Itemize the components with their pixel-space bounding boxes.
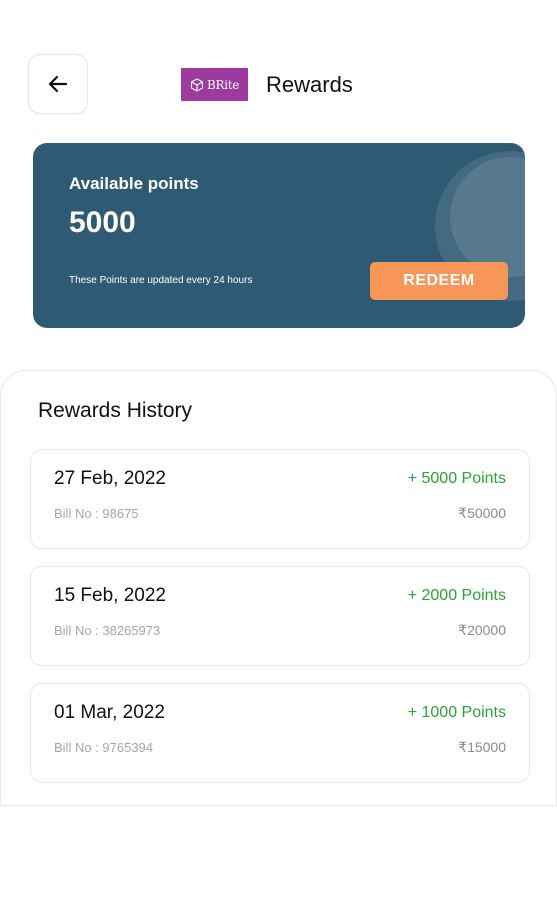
history-item-date: 27 Feb, 2022 <box>54 468 166 489</box>
rewards-history-title: Rewards History <box>38 399 193 422</box>
history-item-bill-number: Bill No : 98675 <box>54 506 139 521</box>
history-item-amount: ₹15000 <box>458 739 506 755</box>
history-item-amount: ₹20000 <box>458 622 506 638</box>
available-points-value: 5000 <box>69 206 136 239</box>
logo-text: BRite <box>206 77 240 92</box>
history-item[interactable]: 15 Feb, 2022 + 2000 Points Bill No : 382… <box>30 566 530 666</box>
history-item-date: 15 Feb, 2022 <box>54 585 166 606</box>
history-item-points: + 1000 Points <box>407 704 506 721</box>
history-item-bill-number: Bill No : 38265973 <box>54 623 161 638</box>
arrow-left-icon <box>48 75 68 93</box>
rewards-screen: BRite Rewards Available points 5000 Thes… <box>0 0 557 900</box>
brand-logo: BRite <box>181 68 248 101</box>
cube-icon <box>190 77 203 92</box>
back-button[interactable] <box>28 54 88 114</box>
history-item-bill-number: Bill No : 9765394 <box>54 740 154 755</box>
history-item-date: 01 Mar, 2022 <box>54 702 165 723</box>
page-title: Rewards <box>266 72 353 97</box>
history-item-amount: ₹50000 <box>458 505 506 521</box>
redeem-button[interactable]: REDEEM <box>370 262 508 300</box>
history-item[interactable]: 27 Feb, 2022 + 5000 Points Bill No : 986… <box>30 449 530 549</box>
rewards-history-panel: Rewards History 27 Feb, 2022 + 5000 Poin… <box>0 370 557 806</box>
available-points-label: Available points <box>69 174 199 193</box>
history-item-points: + 5000 Points <box>407 470 506 487</box>
points-update-note: These Points are updated every 24 hours <box>69 275 253 286</box>
points-card: Available points 5000 These Points are u… <box>33 143 525 328</box>
history-item-points: + 2000 Points <box>407 587 506 604</box>
history-item[interactable]: 01 Mar, 2022 + 1000 Points Bill No : 976… <box>30 683 530 783</box>
